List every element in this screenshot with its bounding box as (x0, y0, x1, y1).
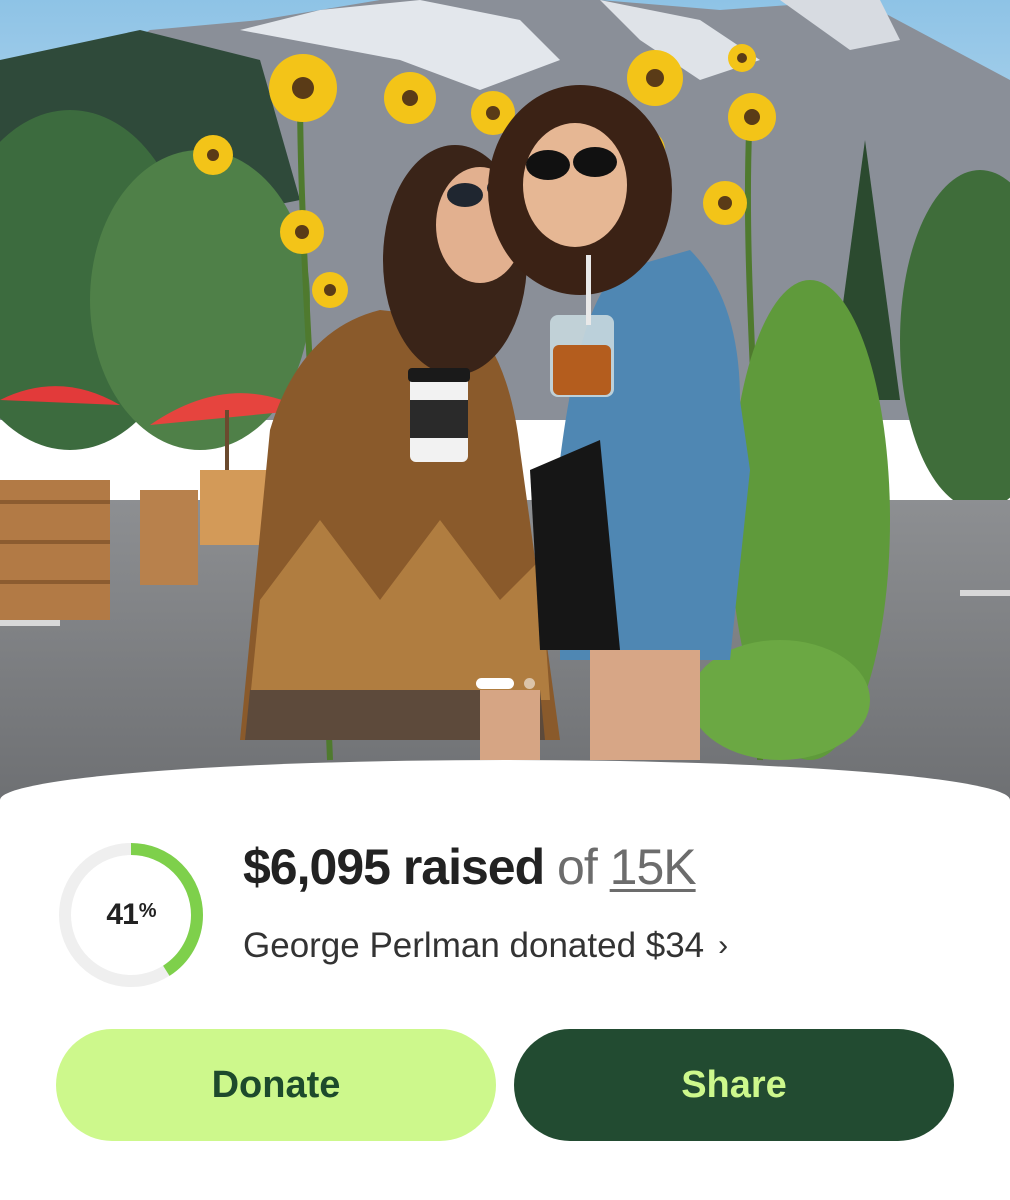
carousel-indicator[interactable] (0, 674, 1010, 692)
carousel-dot-active[interactable] (475, 677, 514, 689)
raised-of-text: of (557, 839, 598, 895)
recent-donation-text: George Perlman donated $34 (243, 926, 705, 965)
goal-amount-link[interactable]: 15K (610, 839, 697, 895)
progress-percent-number: 41 (106, 898, 138, 931)
raised-summary: $6,095 raised of 15K (243, 838, 697, 898)
share-button[interactable]: Share (514, 1029, 954, 1141)
hero-photo[interactable] (0, 0, 1010, 800)
carousel-dot[interactable] (523, 677, 535, 689)
progress-ring: 41% (56, 840, 206, 990)
donate-button[interactable]: Donate (56, 1029, 496, 1141)
recent-donation-link[interactable]: George Perlman donated $34 › (243, 926, 728, 966)
progress-percent: 41% (56, 840, 206, 990)
raised-amount: $6,095 raised (243, 839, 545, 895)
progress-percent-sign: % (138, 899, 157, 922)
chevron-right-icon: › (718, 929, 729, 962)
